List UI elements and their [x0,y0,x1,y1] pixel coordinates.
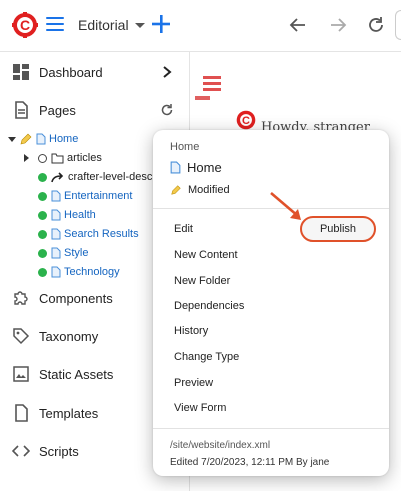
tree-node-technology[interactable]: Technology [38,263,120,281]
refresh-icon[interactable] [160,103,174,117]
folder-icon [51,153,64,163]
menu-item-history[interactable]: History [174,325,208,337]
page-icon [51,247,61,259]
page-icon [36,133,46,145]
menu-item-preview[interactable]: Preview [174,377,213,389]
site-selector-label: Editorial [78,17,129,33]
tree-node-label: Entertainment [64,190,133,202]
menu-page-name-text: Home [187,160,222,175]
page-icon [51,228,61,240]
code-icon [12,445,30,457]
menu-item-dependencies[interactable]: Dependencies [174,300,244,312]
refresh-icon[interactable] [366,15,386,35]
caret-right-icon[interactable] [22,154,30,162]
menu-item-path: /site/website/index.xml [170,440,271,451]
sidebar-item-label: Pages [39,102,76,118]
tree-node-entertainment[interactable]: Entertainment [38,187,132,205]
tree-node-label: articles [67,152,102,164]
back-arrow-icon[interactable] [288,15,308,35]
image-icon [13,366,29,382]
pencil-icon [20,133,32,145]
file-icon [15,404,28,422]
svg-text:C: C [20,17,30,33]
status-dot [38,153,47,163]
menu-status-text: Modified [188,184,230,196]
forward-arrow-icon[interactable] [328,15,348,35]
top-bar: C Editorial [0,0,401,52]
menu-edited-info: Edited 7/20/2023, 12:11 PM By jane [170,457,330,468]
tree-node-articles[interactable]: articles [22,149,102,167]
caret-down-icon[interactable] [8,135,16,143]
address-bar-edge[interactable] [395,10,401,40]
preview-divider [195,96,210,100]
menu-item-new-folder[interactable]: New Folder [174,275,230,287]
site-selector[interactable]: Editorial [78,17,145,33]
status-dot [38,172,47,182]
page-icon [51,190,61,202]
menu-item-new-content[interactable]: New Content [174,249,238,261]
sidebar-item-label: Dashboard [39,64,103,80]
publish-button[interactable]: Publish [300,216,376,242]
dashboard-icon [13,64,29,80]
menu-item-view-form[interactable]: View Form [174,402,226,414]
menu-divider [153,428,389,429]
sidebar-item-pages[interactable]: Pages [0,93,190,127]
page-icon [15,101,28,119]
tag-icon [13,328,30,345]
status-dot [38,191,47,201]
annotation-arrow-icon [270,192,301,220]
tree-node-home[interactable]: Home [8,130,78,148]
tree-node-health[interactable]: Health [38,206,96,224]
status-dot [38,210,47,220]
sidebar-item-label: Components [39,290,113,306]
pencil-icon [171,185,181,195]
tree-node-style[interactable]: Style [38,244,88,262]
status-dot [38,267,47,277]
menu-header-label: Home [170,141,200,153]
tree-node-crafter-level[interactable]: crafter-level-descri [38,168,158,186]
menu-status: Modified [170,184,230,196]
sidebar-item-label: Taxonomy [39,328,99,344]
page-icon [170,161,181,174]
tree-node-label: crafter-level-descri [68,171,159,183]
redirect-arrow-icon [51,171,64,182]
preview-logo-icon: C [236,110,256,130]
sidebar-item-label: Templates [39,405,99,421]
tree-node-search-results[interactable]: Search Results [38,225,139,243]
chevron-down-icon [134,22,145,28]
preview-menu-icon[interactable] [203,76,221,94]
tree-node-label: Health [64,209,96,221]
menu-page-name: Home [170,160,222,175]
tree-node-label: Home [49,133,79,145]
puzzle-icon [14,291,28,305]
sidebar-item-dashboard[interactable]: Dashboard [0,55,190,89]
menu-item-edit[interactable]: Edit [174,223,193,235]
publish-button-label: Publish [319,223,357,235]
page-context-menu: Home Home Modified Edit New Content New … [153,130,389,476]
sidebar-item-label: Scripts [39,443,79,459]
status-dot [38,248,47,258]
crafter-logo-icon[interactable]: C [12,12,38,38]
menu-toggle-icon[interactable] [46,17,64,33]
page-icon [51,266,61,278]
page-icon [51,209,61,221]
tree-node-label: Technology [64,266,120,278]
sidebar-item-label: Static Assets [39,366,114,382]
menu-item-change-type[interactable]: Change Type [174,351,239,363]
status-dot [38,229,47,239]
tree-node-label: Search Results [64,228,139,240]
tree-node-label: Style [64,247,89,259]
svg-text:C: C [242,115,250,127]
add-content-icon[interactable] [150,13,172,35]
chevron-right-icon [163,66,172,78]
